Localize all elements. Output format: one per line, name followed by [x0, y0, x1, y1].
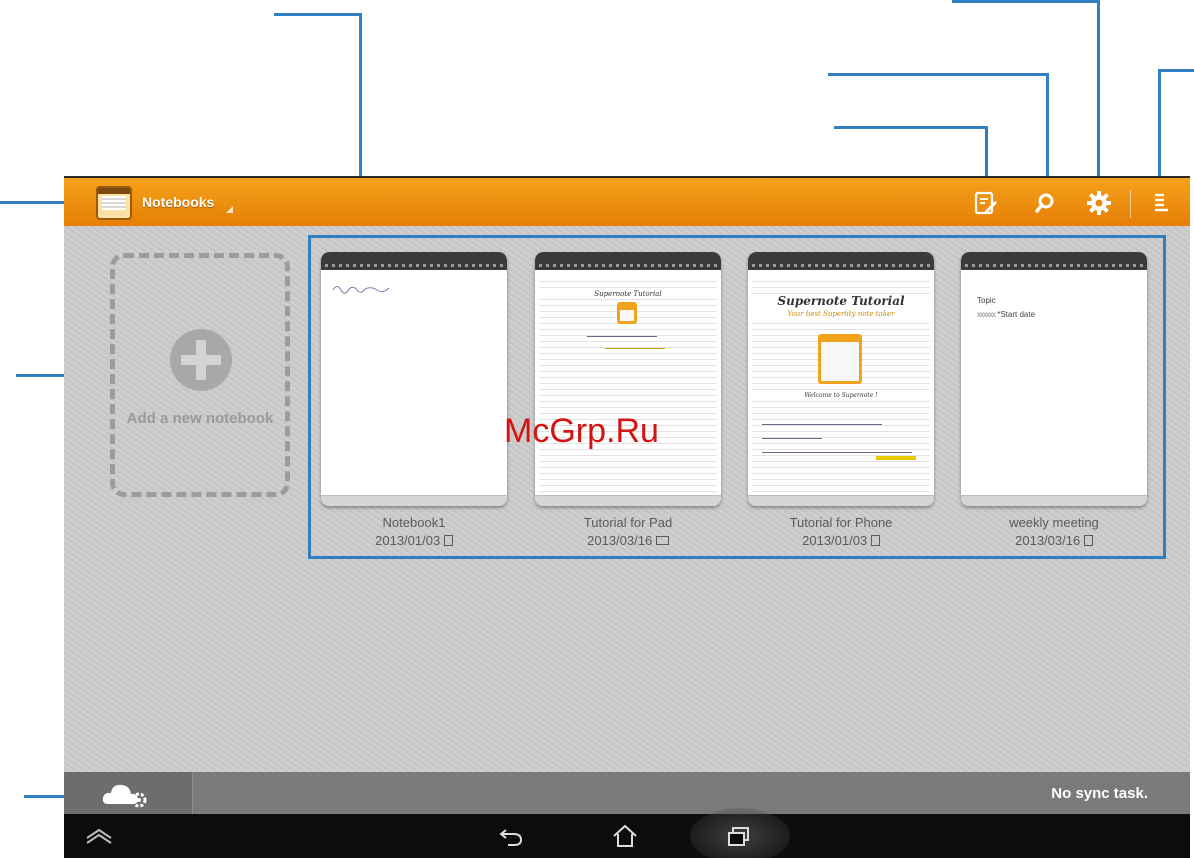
add-plus-icon [170, 329, 232, 391]
menu-icon[interactable] [1148, 190, 1174, 216]
page-stack-base [961, 495, 1147, 506]
notebook-date-row: 2013/01/03 [311, 533, 517, 548]
portrait-page-icon [870, 535, 880, 546]
sync-settings-area [64, 772, 193, 814]
callout-line [274, 13, 362, 16]
notebook-thumbnail: Topic xxxxxx *Start date [961, 252, 1147, 506]
notebook-date: 2013/03/16 [1015, 533, 1081, 548]
notebook-name: Tutorial for Pad [583, 515, 673, 530]
page-stack-base [535, 495, 721, 506]
add-notebook-button[interactable]: Add a new notebook [110, 253, 290, 497]
notebook-name: Tutorial for Phone [789, 515, 893, 530]
binding-strip [535, 252, 721, 270]
sync-bar: No sync task. [64, 772, 1190, 814]
notebook-grid: Notebook1 2013/01/03 Supernote Tutorial … [308, 235, 1166, 559]
binding-strip [321, 252, 507, 270]
notebook-date-row: 2013/03/16 [951, 533, 1157, 548]
page-stack-base [748, 495, 934, 506]
dropdown-caret-icon [226, 206, 233, 213]
binding-strip [961, 252, 1147, 270]
action-bar: Notebooks [64, 176, 1190, 226]
settings-gear-icon[interactable] [1086, 190, 1112, 216]
notebook-thumbnail: Supernote Tutorial Your best Superlity n… [748, 252, 934, 506]
notebook-date-row: 2013/01/03 [738, 533, 944, 548]
chevron-up-icon[interactable] [84, 822, 114, 850]
recent-apps-icon[interactable] [724, 822, 754, 850]
highlight-scribble [876, 456, 916, 460]
notebook-date: 2013/01/03 [802, 533, 868, 548]
notebook-card[interactable]: Supernote Tutorial Your best Superlity n… [748, 252, 934, 548]
notebooks-dropdown[interactable]: Notebooks [142, 194, 214, 210]
system-nav-bar [64, 808, 1190, 858]
start-date-label: *Start date [997, 310, 1036, 319]
landscape-page-icon [655, 536, 669, 545]
handwriting-scribble [762, 424, 882, 425]
search-icon[interactable] [1032, 190, 1058, 216]
sync-status: No sync task. [1051, 785, 1148, 802]
thumbnail-welcome: Welcome to Supernote ! [748, 392, 934, 399]
portrait-page-icon [443, 535, 453, 546]
cloud-sync-settings-icon[interactable] [102, 780, 152, 808]
back-icon[interactable] [496, 822, 526, 850]
thumbnail-title: Supernote Tutorial [535, 290, 721, 298]
notebook-card[interactable]: Notebook1 2013/01/03 [321, 252, 507, 548]
binding-strip [748, 252, 934, 270]
thumbnail-title: Supernote Tutorial [748, 294, 934, 308]
thumbnail-subtitle: Your best Superlity note taker [748, 310, 934, 318]
handwriting-scribble [762, 452, 912, 453]
notebook-thumbnail [321, 252, 507, 506]
home-icon[interactable] [610, 822, 640, 850]
add-notebook-label: Add a new notebook [126, 410, 274, 427]
edit-page-icon[interactable] [972, 190, 998, 216]
thumbnail-start-date: xxxxxx *Start date [977, 310, 1036, 319]
action-bar-divider [1130, 190, 1131, 218]
notebook-date: 2013/01/03 [375, 533, 441, 548]
notebook-card[interactable]: Topic xxxxxx *Start date weekly meeting … [961, 252, 1147, 548]
notebook-date: 2013/03/16 [587, 533, 653, 548]
callout-line [1097, 0, 1100, 190]
notebook-name: weekly meeting [1009, 515, 1099, 530]
notebook-date-row: 2013/03/16 [525, 533, 731, 548]
page-stack-base [321, 495, 507, 506]
callout-line [952, 0, 1100, 3]
notebooks-app-icon[interactable] [96, 186, 132, 220]
callout-line [1046, 73, 1049, 189]
portrait-page-icon [1083, 535, 1093, 546]
callout-line [828, 73, 1049, 76]
tablet-screen: Notebooks Add a new notebook Notebook1 2… [64, 176, 1190, 858]
callout-line [834, 126, 988, 129]
handwriting-scribble [605, 348, 665, 349]
handwriting-scribble [762, 438, 822, 439]
callout-line [1158, 69, 1194, 72]
supernote-jar-image [818, 334, 862, 384]
handwriting-scribble [332, 286, 390, 294]
notebook-card[interactable]: Supernote Tutorial Tutorial for Pad 2013… [535, 252, 721, 548]
notebook-thumbnail: Supernote Tutorial [535, 252, 721, 506]
callout-line [1158, 69, 1161, 189]
notebook-name: Notebook1 [382, 515, 446, 530]
supernote-jar-image [617, 302, 637, 324]
watermark-text: McGrp.Ru [504, 412, 659, 450]
handwriting-scribble [587, 336, 657, 337]
thumbnail-topic: Topic [977, 296, 996, 305]
